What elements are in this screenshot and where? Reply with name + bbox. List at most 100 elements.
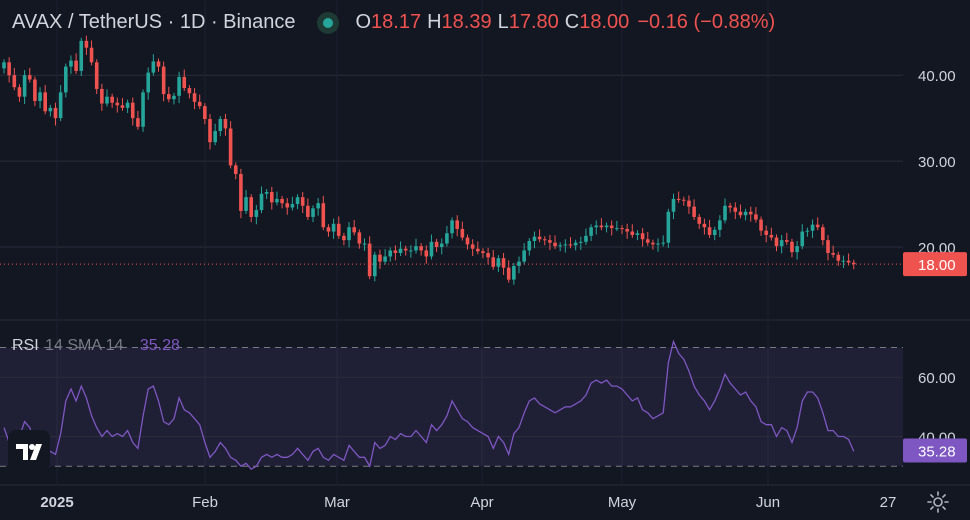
candle-body [682,199,686,201]
candle-body [676,198,681,200]
candle-body [640,233,645,240]
gear-icon[interactable] [926,490,950,514]
candle-body [321,203,326,228]
candle-body [84,40,89,48]
candle-body [846,260,851,263]
candle-body [723,205,727,221]
candle-body [785,240,789,242]
candle-body [125,102,130,108]
candle-body [584,235,588,242]
candle-body [373,254,377,277]
time-tick-label: Feb [192,494,218,511]
candle-body [661,242,665,244]
candle-body [43,92,47,112]
time-tick-label: Apr [470,494,493,511]
candle-body [197,101,202,107]
candle-body [48,107,53,112]
candle-body [651,242,655,245]
rsi-tick-label: 60.00 [918,370,956,387]
candle-body [455,220,459,229]
candle-body [347,227,351,241]
candle-body [156,61,161,67]
candle-body [625,228,629,232]
candle-body [486,253,490,258]
candle-body [79,40,84,71]
candle-body [522,250,526,262]
candle-body [774,237,779,247]
candle-body [558,245,562,247]
candle-body [403,248,408,251]
candle-body [599,225,604,228]
candle-body [130,102,135,119]
candle-body [115,102,120,106]
candle-body [58,92,63,119]
candle-body [790,241,794,253]
candle-body [187,88,192,94]
candle-body [17,87,22,97]
candle-body [671,198,676,212]
candle-body [553,242,557,247]
candle-body [244,197,248,211]
candle-body [259,193,264,211]
candle-body [172,95,176,100]
price-tick-label: 30.00 [918,154,956,171]
candle-body [615,228,619,230]
rsi-pane [0,339,903,471]
candle-body [105,96,109,104]
candle-body [331,223,336,232]
candle-body [460,228,465,238]
candle-body [579,241,583,243]
candle-body [316,203,320,209]
market-status-icon[interactable] [317,11,340,34]
candle-body [300,197,305,206]
candle-body [12,75,17,88]
candle-body [692,206,696,217]
time-tick-label: Mar [324,494,350,511]
candle-body [424,250,429,257]
candle-body [136,118,140,127]
candle-body [161,66,166,95]
tradingview-logo-icon[interactable] [8,430,50,472]
candle-body [759,219,763,231]
candle-body [429,241,434,257]
candle-body [748,211,753,215]
candle-body [203,106,207,120]
candle-body [738,211,743,216]
symbol-title[interactable]: AVAX / TetherUS · 1D · Binance [12,11,295,34]
candle-body [306,205,310,217]
candle-body [74,60,78,71]
candle-body [754,214,758,220]
time-tick-label: Jun [756,494,780,511]
candle-body [141,92,145,127]
candle-body [609,225,614,229]
candle-body [439,243,444,247]
candle-body [94,62,99,89]
rsi-legend[interactable]: RSI 14 SMA 14 35.28 [12,337,180,355]
candle-body [38,92,42,101]
candle-body [27,75,32,80]
high-value: 18.39 [441,11,492,33]
candle-body [573,242,578,246]
candle-body [342,235,346,241]
candle-body [285,203,290,208]
candle-body [769,234,774,238]
open-key: O [355,11,372,33]
candle-body [563,244,568,246]
candle-body [800,231,805,247]
candle-body [228,128,233,166]
rsi-params: 14 SMA 14 [45,337,124,354]
symbol-legend: AVAX / TetherUS · 1D · Binance O 18.17 H1… [12,11,775,34]
time-tick-label: 27 [880,494,897,511]
candle-body [779,240,784,247]
candle-body [666,211,671,243]
candle-body [357,232,362,244]
chart-canvas[interactable]: 40.0030.0020.002025 Feb Mar Apr May Jun 2718.0… [0,0,970,520]
candle-body [532,236,537,241]
candle-body [120,105,125,108]
rsi-band [0,347,903,467]
candle-body [64,66,68,93]
candle-body [815,224,820,228]
open-value: 18.17 [371,11,422,33]
candle-body [841,260,846,262]
candle-body [496,258,501,267]
